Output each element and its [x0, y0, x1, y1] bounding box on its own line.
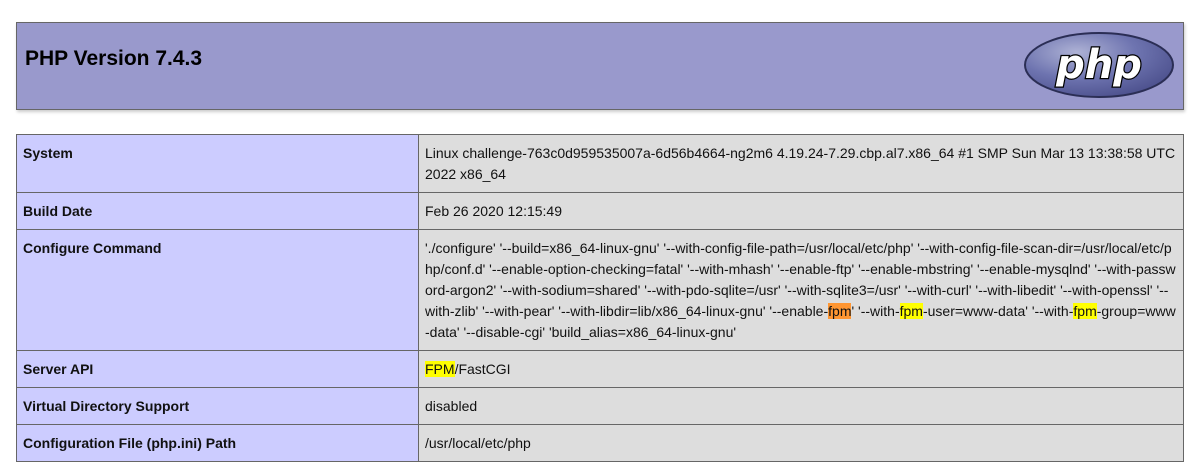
row-value: FPM/FastCGI	[418, 350, 1184, 388]
row-value: Feb 26 2020 12:15:49	[418, 192, 1184, 230]
svg-text:php: php	[1055, 42, 1142, 88]
value-segment: -user=www-data' '--with-	[922, 303, 1074, 319]
row-value: Linux challenge-763c0d959535007a-6d56b46…	[418, 134, 1184, 193]
value-segment: /FastCGI	[454, 361, 511, 377]
table-row: System Linux challenge-763c0d959535007a-…	[16, 134, 1184, 193]
page-title: PHP Version 7.4.3	[25, 47, 203, 70]
row-label: Build Date	[16, 192, 419, 230]
row-label: Configure Command	[16, 229, 419, 351]
search-highlight: FPM	[425, 361, 455, 377]
table-row: Virtual Directory Support disabled	[16, 387, 1184, 425]
table-row: Configuration File (php.ini) Path /usr/l…	[16, 424, 1184, 462]
search-highlight: fpm	[1073, 303, 1097, 319]
table-row: Configure Command './configure' '--build…	[16, 229, 1184, 351]
table-row: Build Date Feb 26 2020 12:15:49	[16, 192, 1184, 230]
page-header: PHP Version 7.4.3 php	[16, 22, 1184, 110]
value-segment: ' '--with-	[851, 303, 900, 319]
row-label: Configuration File (php.ini) Path	[16, 424, 419, 462]
php-logo: php	[1024, 32, 1174, 98]
info-table: System Linux challenge-763c0d959535007a-…	[16, 134, 1184, 462]
row-label: Virtual Directory Support	[16, 387, 419, 425]
row-value: /usr/local/etc/php	[418, 424, 1184, 462]
search-highlight: fpm	[899, 303, 923, 319]
row-label: Server API	[16, 350, 419, 388]
row-value: './configure' '--build=x86_64-linux-gnu'…	[418, 229, 1184, 351]
row-value: disabled	[418, 387, 1184, 425]
row-label: System	[16, 134, 419, 193]
table-row: Server API FPM/FastCGI	[16, 350, 1184, 388]
search-highlight-current: fpm	[828, 303, 852, 319]
